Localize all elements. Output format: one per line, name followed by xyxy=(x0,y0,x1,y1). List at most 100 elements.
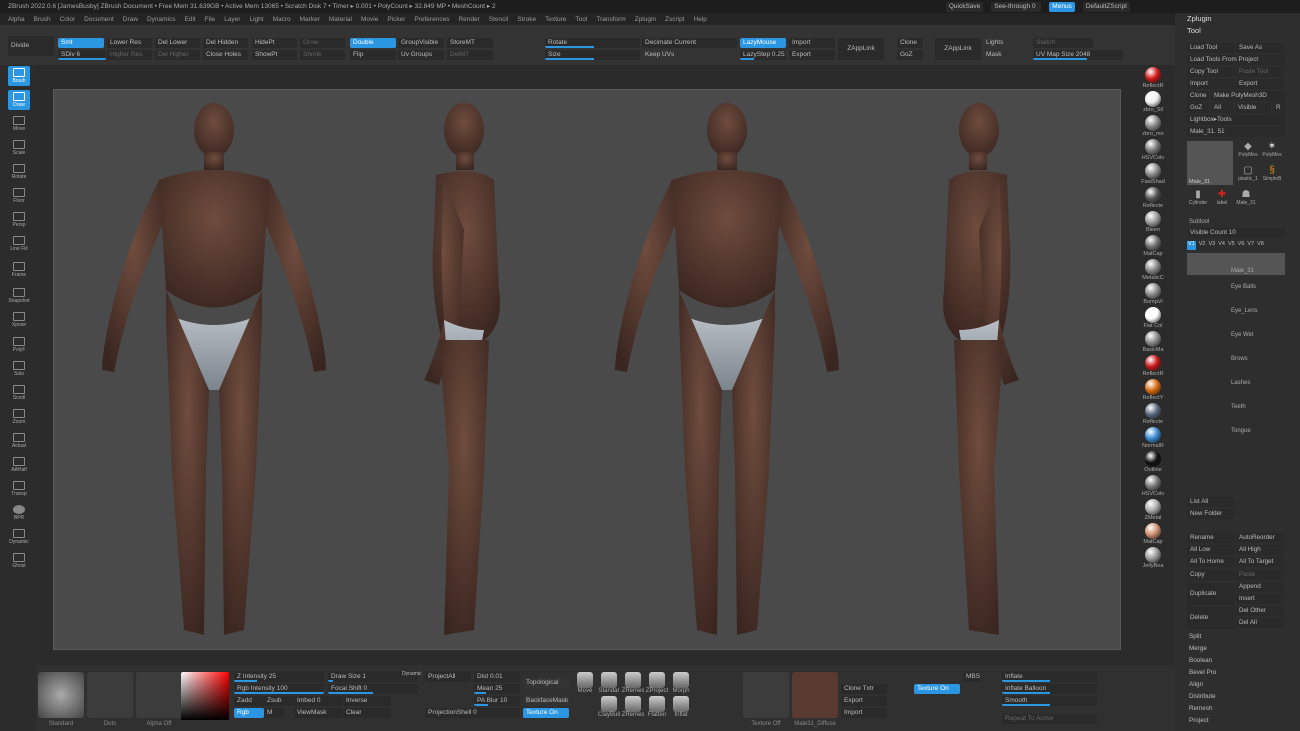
brush-standard[interactable]: Standar xyxy=(597,672,621,694)
menu-brush[interactable]: Brush xyxy=(34,16,51,23)
texture-on-toggle[interactable]: Texture On xyxy=(523,708,569,718)
material-matcap-2[interactable]: MatCap xyxy=(1141,523,1165,545)
dynamic-button[interactable]: Dynamic xyxy=(8,527,30,547)
m-toggle[interactable]: M xyxy=(264,708,284,718)
version-tab-8[interactable]: V8 xyxy=(1257,241,1264,250)
make-polymesh3d-button[interactable]: Make PolyMesh3D xyxy=(1211,91,1285,101)
lights-toggle[interactable]: Lights xyxy=(983,38,1029,48)
version-tab-4[interactable]: V4 xyxy=(1218,241,1225,250)
shrink-button[interactable]: Shrink xyxy=(300,50,345,60)
aahalf-button[interactable]: AAHalf xyxy=(8,455,30,475)
see-through-slider[interactable]: See-through 0 xyxy=(991,1,1042,12)
visible-count-slider[interactable]: Visible Count 10 xyxy=(1187,228,1285,238)
append-button[interactable]: Append xyxy=(1236,582,1284,592)
model-viewport[interactable] xyxy=(54,90,1121,650)
material-hsvcolo-2[interactable]: HSVColo xyxy=(1141,475,1165,497)
focal-shift-slider[interactable]: Focal Shift 0 xyxy=(328,684,418,694)
smooth-slider[interactable]: Smooth xyxy=(1002,696,1097,706)
export-texture-button[interactable]: Export xyxy=(841,696,887,706)
menu-picker[interactable]: Picker xyxy=(387,16,405,23)
size-slider[interactable]: Size xyxy=(545,50,640,60)
material-normalr[interactable]: NormalR xyxy=(1141,427,1165,449)
delmt-button[interactable]: DelMT xyxy=(447,50,493,60)
material-bleen[interactable]: Bleen xyxy=(1141,211,1165,233)
subtool-row[interactable]: Lashes xyxy=(1187,373,1285,395)
material-reflecty[interactable]: ReflectY xyxy=(1141,379,1165,401)
snapshot-button[interactable]: Snapshot xyxy=(8,286,30,306)
menu-preferences[interactable]: Preferences xyxy=(414,16,449,23)
menu-tool[interactable]: Tool xyxy=(575,16,587,23)
xpose-button[interactable]: Xpose xyxy=(8,310,30,330)
clear-button[interactable]: Clear xyxy=(343,708,391,718)
menu-material[interactable]: Material xyxy=(329,16,352,23)
current-tool-slider[interactable]: Male_31. 51 xyxy=(1187,127,1285,137)
tool-thumb-label[interactable]: ✚ label xyxy=(1211,189,1233,211)
texture-off-slot[interactable]: Texture Off xyxy=(743,672,789,727)
material-bumpvi[interactable]: BumpVi xyxy=(1141,283,1165,305)
export-tool-button[interactable]: Export xyxy=(1236,79,1284,89)
rgb-toggle[interactable]: Rgb xyxy=(234,708,264,718)
brush-morph[interactable]: Morph xyxy=(669,672,693,694)
new-folder-button[interactable]: New Folder xyxy=(1187,509,1235,519)
brush-inflate[interactable]: Inflat xyxy=(669,696,693,718)
rename-button[interactable]: Rename xyxy=(1187,533,1235,543)
inflate-slider[interactable]: Inflate xyxy=(1002,672,1097,682)
all-low-button[interactable]: All Low xyxy=(1187,545,1235,555)
texture-diffuse-slot[interactable]: Male31_Diffuse xyxy=(792,672,838,727)
material-zbro-sil[interactable]: zbro_Sil xyxy=(1141,91,1165,113)
insert-button[interactable]: Insert xyxy=(1236,594,1284,604)
bpr-button[interactable]: BPR xyxy=(8,503,30,523)
list-all-button[interactable]: List All xyxy=(1187,497,1235,507)
alpha-picker[interactable]: Alpha Off xyxy=(136,672,182,727)
subtool-row[interactable]: Eye Balls xyxy=(1187,277,1285,299)
menu-movie[interactable]: Movie xyxy=(361,16,378,23)
document-canvas[interactable] xyxy=(53,89,1121,650)
material-hsvcolo[interactable]: HSVColo xyxy=(1141,139,1165,161)
subtool-row[interactable]: Eye Wet xyxy=(1187,325,1285,347)
load-tool-button[interactable]: Load Tool xyxy=(1187,43,1235,53)
version-tab-3[interactable]: V3 xyxy=(1208,241,1215,250)
hidept-button[interactable]: HidePt xyxy=(252,38,297,48)
del-all-button[interactable]: Del All xyxy=(1236,618,1284,628)
tool-thumb-cylinder[interactable]: ▮ Cylinder xyxy=(1187,189,1209,211)
import-tool-button[interactable]: Import xyxy=(1187,79,1235,89)
smt-toggle[interactable]: Smt xyxy=(58,38,104,48)
all-to-home-button[interactable]: All To Home xyxy=(1187,557,1235,567)
decimate-current-button[interactable]: Decimate Current xyxy=(642,38,737,48)
subtool-row[interactable]: Brows xyxy=(1187,349,1285,371)
subtool-row[interactable]: Teeth xyxy=(1187,397,1285,419)
line-fill-button[interactable]: Line Fill xyxy=(8,234,30,254)
export-button[interactable]: Export xyxy=(789,50,835,60)
brush-zproject[interactable]: ZProject xyxy=(645,672,669,694)
rgb-intensity-slider[interactable]: Rgb Intensity 100 xyxy=(234,684,324,694)
lower-res-button[interactable]: Lower Res xyxy=(107,38,152,48)
copy-subtool-button[interactable]: Copy xyxy=(1187,570,1235,580)
color-picker[interactable] xyxy=(181,672,229,720)
del-hidden-button[interactable]: Del Hidden xyxy=(203,38,248,48)
divide-button[interactable]: Divide xyxy=(8,36,54,56)
menu-light[interactable]: Light xyxy=(249,16,263,23)
tool-header[interactable]: Tool xyxy=(1187,26,1201,35)
uv-groups-button[interactable]: Uv Groups xyxy=(398,50,444,60)
imbed-slider[interactable]: Imbed 0 xyxy=(294,696,342,706)
flip-button[interactable]: Flip xyxy=(350,50,396,60)
all-to-target-button[interactable]: All To Target xyxy=(1236,557,1284,567)
stroke-picker[interactable]: Dots xyxy=(87,672,133,727)
scroll-button[interactable]: Scroll xyxy=(8,383,30,403)
del-other-button[interactable]: Del Other xyxy=(1236,606,1284,616)
polyf-button[interactable]: PolyF xyxy=(8,335,30,355)
brush-flatten[interactable]: Flatten xyxy=(645,696,669,718)
menu-render[interactable]: Render xyxy=(458,16,479,23)
menu-dynamics[interactable]: Dynamics xyxy=(147,16,176,23)
material-fastshad[interactable]: FastShad xyxy=(1141,163,1165,185)
showpt-button[interactable]: ShowPt xyxy=(252,50,297,60)
material-outline[interactable]: Outline xyxy=(1141,451,1165,473)
dynamic-label[interactable]: Dynamic xyxy=(402,671,421,677)
load-tools-from-project-button[interactable]: Load Tools From Project xyxy=(1187,55,1285,65)
brush-zremesher-2[interactable]: ZRemes xyxy=(621,696,645,718)
remesh-menu[interactable]: Remesh xyxy=(1189,705,1212,712)
brush-button[interactable]: Brush xyxy=(8,66,30,86)
goz-tool-button[interactable]: GoZ xyxy=(1187,103,1209,113)
del-lower-button[interactable]: Del Lower xyxy=(155,38,200,48)
zplugin-header[interactable]: Zplugin xyxy=(1187,14,1212,23)
